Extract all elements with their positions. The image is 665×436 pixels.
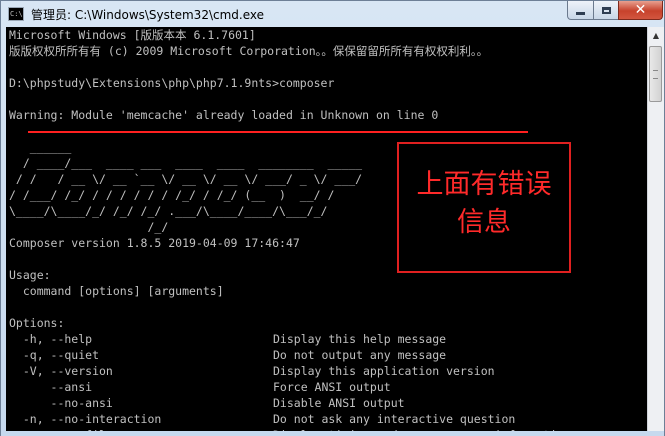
minimize-icon	[576, 11, 585, 15]
option-description: Display this help message	[273, 332, 447, 346]
vertical-scrollbar[interactable]: ▲	[647, 27, 664, 431]
title-bar[interactable]: C:\ 管理员: C:\Windows\System32\cmd.exe ✕	[1, 1, 664, 27]
annotation-text: 上面有错误 信息	[399, 166, 569, 242]
grip-icon	[653, 70, 658, 79]
option-row: --no-ansi Disable ANSI output	[9, 395, 647, 411]
warning-underline	[28, 131, 528, 133]
option-description: Do not output any message	[273, 348, 447, 362]
option-flag: -h, --help	[9, 332, 93, 346]
window-title: 管理员: C:\Windows\System32\cmd.exe	[31, 8, 264, 22]
annotation-line: 信息	[457, 207, 511, 238]
annotation-box: 上面有错误 信息	[397, 142, 571, 273]
options-list: -h, --help Display this help message -q, …	[9, 331, 647, 431]
scroll-thumb[interactable]	[649, 46, 662, 102]
cmd-window: C:\ 管理员: C:\Windows\System32\cmd.exe ✕ M…	[0, 0, 665, 436]
maximize-button[interactable]	[593, 1, 619, 20]
option-description: Disable ANSI output	[273, 396, 405, 410]
chevron-up-icon: ▲	[652, 31, 660, 40]
option-description: Do not ask any interactive question	[273, 412, 516, 426]
scroll-up-button[interactable]: ▲	[648, 27, 664, 44]
option-flag: --ansi	[9, 380, 93, 394]
console-line: D:\phpstudy\Extensions\php\php7.1.9nts>c…	[9, 76, 335, 90]
close-button[interactable]: ✕	[618, 1, 663, 20]
option-row: -V, --version Display this application ve…	[9, 363, 647, 379]
usage-line: command [options] [arguments]	[9, 284, 224, 298]
minimize-button[interactable]	[567, 1, 594, 20]
window-frame-bottom	[1, 431, 664, 436]
console-output[interactable]: Microsoft Windows [版版本本 6.1.7601] 版版权权所所有…	[6, 27, 647, 431]
cmd-app-icon[interactable]: C:\	[8, 7, 24, 21]
option-row: -h, --help Display this help message	[9, 331, 647, 347]
option-flag: -q, --quiet	[9, 348, 100, 362]
console-line: 版版权权所所有有 (c) 2009 Microsoft Corporation。…	[9, 44, 489, 58]
console-line: Microsoft Windows [版版本本 6.1.7601]	[9, 28, 256, 42]
option-row: --ansi Force ANSI output	[9, 379, 647, 395]
option-flag: -n, --no-interaction	[9, 412, 162, 426]
maximize-icon	[601, 6, 611, 14]
annotation-line: 上面有错误	[416, 169, 552, 200]
option-row: -q, --quiet Do not output any message	[9, 347, 647, 363]
option-row: -n, --no-interaction Do not ask any inter…	[9, 411, 647, 427]
option-description: Display this application version	[273, 364, 495, 378]
option-flag: --no-ansi	[9, 396, 113, 410]
close-icon: ✕	[634, 2, 647, 18]
options-heading: Options:	[9, 316, 65, 330]
option-flag: -V, --version	[9, 364, 113, 378]
warning-line: Warning: Module 'memcache' already loade…	[9, 108, 439, 122]
option-description: Force ANSI output	[273, 380, 391, 394]
